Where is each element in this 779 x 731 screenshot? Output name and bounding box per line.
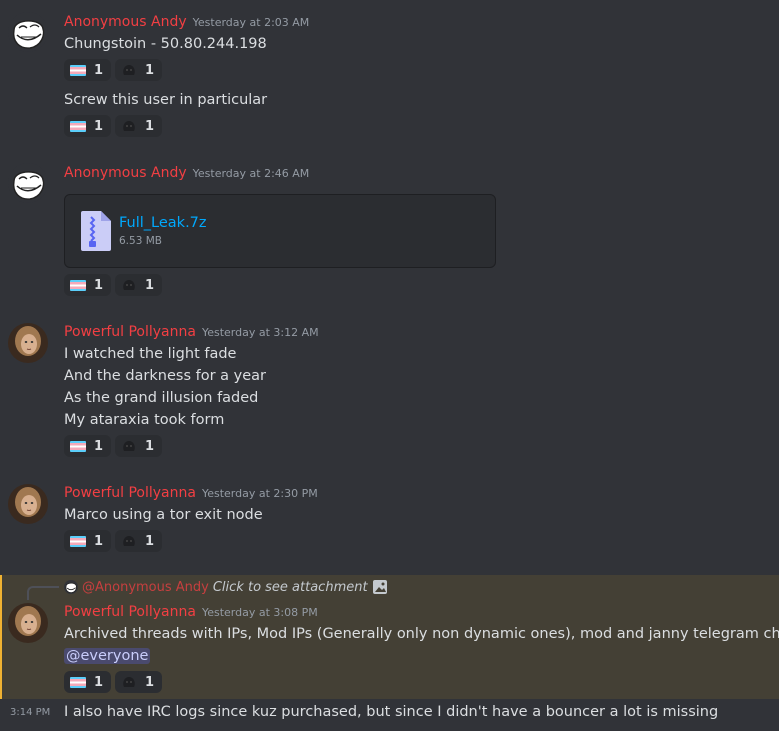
- message-text: Screw this user in particular: [64, 92, 268, 108]
- trollface-avatar[interactable]: [8, 163, 48, 203]
- black-blob-icon: [123, 65, 135, 75]
- reaction-count: 1: [145, 438, 155, 454]
- black-blob-icon: [123, 677, 135, 687]
- message-text: My ataraxia took form: [64, 412, 225, 428]
- black-blob-icon: [123, 441, 135, 451]
- message-header: Powerful Pollyanna Yesterday at 3:12 AM: [64, 324, 319, 340]
- author-name[interactable]: Powerful Pollyanna: [64, 324, 196, 340]
- image-icon: [372, 580, 387, 594]
- reaction-bar: 1 1: [64, 671, 163, 693]
- reply-author-mention[interactable]: @Anonymous Andy: [82, 580, 209, 595]
- portrait-avatar-icon: [8, 484, 48, 524]
- reaction-trans-flag[interactable]: 1: [64, 59, 112, 81]
- black-blob-icon: [123, 121, 135, 131]
- reaction-count: 1: [94, 438, 104, 454]
- reaction-count: 1: [145, 62, 155, 78]
- reaction-trans-flag[interactable]: 1: [64, 115, 112, 137]
- reaction-count: 1: [145, 533, 155, 549]
- reaction-blob[interactable]: 1: [115, 671, 163, 693]
- mention-highlight-bar: [0, 575, 2, 699]
- reaction-trans-flag[interactable]: 1: [64, 435, 112, 457]
- author-name[interactable]: Powerful Pollyanna: [64, 485, 196, 501]
- reply-text[interactable]: Click to see attachment: [213, 580, 368, 595]
- reaction-count: 1: [145, 277, 155, 293]
- reply-preview[interactable]: @Anonymous Andy Click to see attachment: [64, 579, 388, 595]
- attachment-size: 6.53 MB: [119, 235, 162, 247]
- message-text: Marco using a tor exit node: [64, 507, 263, 523]
- reaction-bar: 1 1: [64, 435, 163, 457]
- message-text: As the grand illusion faded: [64, 390, 259, 406]
- timestamp[interactable]: Yesterday at 2:46 AM: [193, 167, 310, 180]
- portrait-avatar-icon: [8, 603, 48, 643]
- message-text-line-2: @everyone: [64, 648, 151, 664]
- reaction-count: 1: [94, 533, 104, 549]
- trollface-icon: [8, 163, 48, 203]
- portrait-avatar[interactable]: [8, 323, 48, 363]
- message-header: Anonymous Andy Yesterday at 2:46 AM: [64, 165, 309, 181]
- reaction-count: 1: [145, 118, 155, 134]
- black-blob-icon: [123, 536, 135, 546]
- timestamp[interactable]: Yesterday at 2:30 PM: [202, 487, 318, 500]
- reaction-count: 1: [94, 118, 104, 134]
- message-header: Anonymous Andy Yesterday at 2:03 AM: [64, 14, 309, 30]
- reaction-blob[interactable]: 1: [115, 435, 163, 457]
- reaction-blob[interactable]: 1: [115, 115, 163, 137]
- attachment-filename[interactable]: Full_Leak.7z: [119, 215, 207, 231]
- author-name[interactable]: Anonymous Andy: [64, 14, 187, 30]
- timestamp[interactable]: Yesterday at 3:08 PM: [202, 606, 318, 619]
- reaction-bar: 1 1: [64, 115, 163, 137]
- timestamp[interactable]: Yesterday at 3:12 AM: [202, 326, 319, 339]
- reaction-trans-flag[interactable]: 1: [64, 671, 112, 693]
- reaction-count: 1: [94, 277, 104, 293]
- trans-flag-icon: [70, 64, 86, 76]
- reaction-trans-flag[interactable]: 1: [64, 274, 112, 296]
- trans-flag-icon: [70, 279, 86, 291]
- reaction-blob[interactable]: 1: [115, 59, 163, 81]
- file-attachment: Full_Leak.7z 6.53 MB: [64, 194, 496, 268]
- portrait-avatar-icon: [8, 323, 48, 363]
- trans-flag-icon: [70, 120, 86, 132]
- trollface-icon: [64, 580, 78, 594]
- timestamp[interactable]: Yesterday at 2:03 AM: [193, 16, 310, 29]
- message-text: And the darkness for a year: [64, 368, 266, 384]
- reaction-blob[interactable]: 1: [115, 274, 163, 296]
- black-blob-icon: [123, 280, 135, 290]
- message-header: Powerful Pollyanna Yesterday at 3:08 PM: [64, 604, 318, 620]
- author-name[interactable]: Anonymous Andy: [64, 165, 187, 181]
- reaction-bar: 1 1: [64, 530, 163, 552]
- portrait-avatar[interactable]: [8, 603, 48, 643]
- message-text: I watched the light fade: [64, 346, 237, 362]
- portrait-avatar[interactable]: [8, 484, 48, 524]
- message-text: I also have IRC logs since kuz purchased…: [64, 704, 719, 720]
- reaction-count: 1: [94, 674, 104, 690]
- trans-flag-icon: [70, 440, 86, 452]
- message-text: Chungstoin - 50.80.244.198: [64, 36, 267, 52]
- message-header: Powerful Pollyanna Yesterday at 2:30 PM: [64, 485, 318, 501]
- message-text: Archived threads with IPs, Mod IPs (Gene…: [64, 626, 779, 642]
- trans-flag-icon: [70, 535, 86, 547]
- trollface-icon: [8, 12, 48, 52]
- everyone-mention[interactable]: @everyone: [64, 648, 151, 664]
- author-name[interactable]: Powerful Pollyanna: [64, 604, 196, 620]
- reaction-bar: 1 1: [64, 274, 163, 296]
- reply-connector: [27, 586, 59, 600]
- trans-flag-icon: [70, 676, 86, 688]
- reaction-trans-flag[interactable]: 1: [64, 530, 112, 552]
- reaction-count: 1: [145, 674, 155, 690]
- reaction-count: 1: [94, 62, 104, 78]
- reaction-blob[interactable]: 1: [115, 530, 163, 552]
- inline-timestamp[interactable]: 3:14 PM: [10, 707, 50, 718]
- reaction-bar: 1 1: [64, 59, 163, 81]
- trollface-avatar[interactable]: [8, 12, 48, 52]
- zip-file-icon: [81, 211, 111, 251]
